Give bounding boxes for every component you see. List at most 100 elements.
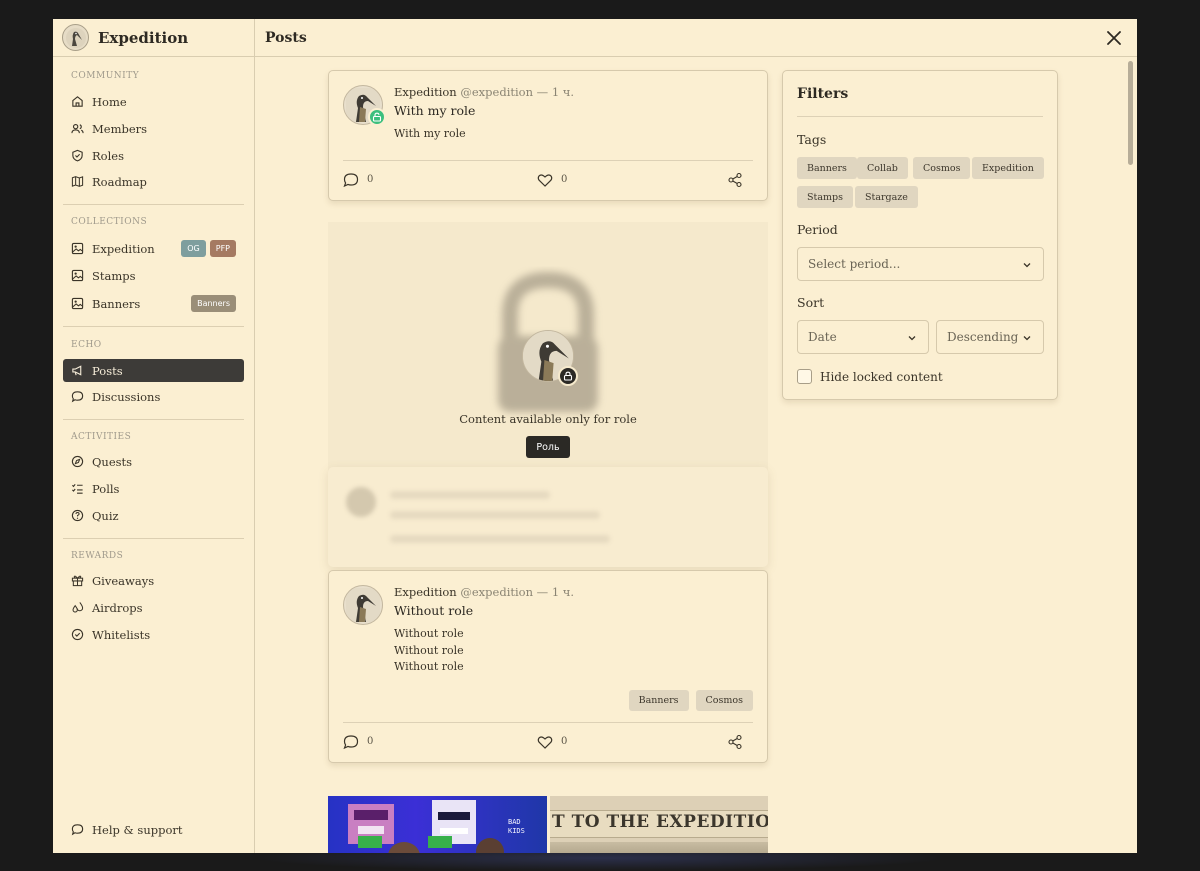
sort-field-select[interactable]: Date (797, 320, 929, 354)
sidebar-item-quiz[interactable]: Quiz (63, 504, 244, 527)
hide-locked-checkbox[interactable] (797, 369, 812, 384)
author-name[interactable]: Expedition (394, 85, 457, 99)
sidebar-item-polls[interactable]: Polls (63, 477, 244, 500)
og-badge: OG (181, 240, 206, 257)
media-image-banner[interactable]: T TO THE EXPEDITION (550, 796, 768, 853)
filter-tag-collab[interactable]: Collab (857, 157, 908, 179)
sidebar-item-label: Members (92, 121, 148, 136)
blurred-text (390, 491, 550, 499)
sort-field-value: Date (808, 330, 837, 344)
sidebar-item-quests[interactable]: Quests (63, 450, 244, 473)
close-button[interactable] (1103, 27, 1125, 49)
locked-badge (558, 366, 578, 386)
post-time: — 1 ч. (536, 585, 575, 599)
post-card[interactable]: Expedition @expedition — 1 ч. With my ro… (328, 70, 768, 201)
author-name[interactable]: Expedition (394, 585, 457, 599)
sidebar-item-label: Airdrops (92, 600, 143, 615)
help-support-link[interactable]: Help & support (63, 818, 244, 841)
comments-button[interactable]: 0 (343, 734, 373, 750)
sidebar-item-discussions[interactable]: Discussions (63, 385, 244, 408)
section-label-activities: ACTIVITIES (71, 432, 132, 442)
sidebar-item-label: Home (92, 94, 127, 109)
image-icon (71, 297, 84, 310)
filter-tag-banners[interactable]: Banners (797, 157, 857, 179)
hide-locked-label: Hide locked content (820, 369, 943, 384)
sidebar-item-roadmap[interactable]: Roadmap (63, 170, 244, 193)
sidebar-item-label: Discussions (92, 389, 161, 404)
divider (797, 116, 1043, 117)
post-footer: 0 0 (343, 160, 753, 198)
hide-locked-row[interactable]: Hide locked content (797, 369, 943, 384)
sidebar-item-banners[interactable]: Banners Banners (63, 292, 244, 315)
filter-tag-cosmos[interactable]: Cosmos (913, 157, 971, 179)
post-body-line: Without role (394, 627, 464, 640)
compass-icon (71, 455, 84, 468)
scroll-thumb[interactable] (1128, 61, 1133, 165)
collection-badges: Banners (191, 295, 236, 312)
post-card[interactable]: Expedition @expedition — 1 ч. Without ro… (328, 570, 768, 763)
sidebar-item-home[interactable]: Home (63, 90, 244, 113)
collection-badges: OG PFP (181, 240, 236, 257)
banner-text: T TO THE EXPEDITION (552, 812, 768, 832)
help-circle-icon (71, 509, 84, 522)
image-icon (71, 269, 84, 282)
filter-tag-expedition[interactable]: Expedition (972, 157, 1044, 179)
likes-count: 0 (561, 736, 568, 747)
sidebar-item-giveaways[interactable]: Giveaways (63, 569, 244, 592)
author-line: Expedition @expedition — 1 ч. (394, 85, 574, 99)
post-header: Expedition @expedition — 1 ч. Without ro… (343, 585, 574, 676)
checklist-icon (71, 483, 83, 494)
post-tag[interactable]: Banners (628, 690, 689, 711)
blurred-post (328, 467, 768, 567)
post-tag[interactable]: Cosmos (695, 690, 753, 711)
sidebar-item-airdrops[interactable]: Airdrops (63, 596, 244, 619)
sort-order-select[interactable]: Descending (936, 320, 1044, 354)
sidebar-item-label: Giveaways (92, 573, 155, 588)
sidebar-item-label: Roadmap (92, 174, 147, 189)
blurred-avatar (346, 487, 376, 517)
media-caption: BAD KIDS (508, 818, 525, 835)
post-meta: Expedition @expedition — 1 ч. With my ro… (394, 85, 574, 143)
share-icon (728, 172, 742, 187)
brand[interactable]: Expedition (53, 19, 255, 57)
tags-label: Tags (797, 132, 827, 147)
filter-tag-stargaze[interactable]: Stargaze (855, 186, 918, 208)
scrollbar[interactable] (1127, 57, 1133, 853)
sidebar-item-roles[interactable]: Roles (63, 144, 244, 167)
post-media[interactable]: BAD KIDS T TO THE EXPEDITION (328, 796, 768, 853)
period-select[interactable]: Select period... (797, 247, 1044, 281)
unlock-icon (372, 112, 382, 122)
post-time: — 1 ч. (536, 85, 575, 99)
comment-icon (343, 172, 359, 187)
sidebar-item-label: Whitelists (92, 627, 151, 642)
author-avatar[interactable] (343, 85, 386, 126)
comments-count: 0 (367, 174, 374, 185)
divider (63, 419, 244, 420)
author-handle: @expedition (460, 585, 534, 599)
sidebar-item-members[interactable]: Members (63, 117, 244, 140)
gift-icon (71, 575, 84, 587)
sidebar-item-whitelists[interactable]: Whitelists (63, 623, 244, 646)
share-button[interactable] (727, 734, 751, 750)
top-bar: Expedition Posts (53, 19, 1137, 57)
period-placeholder: Select period... (808, 257, 901, 271)
sidebar-item-stamps[interactable]: Stamps (63, 264, 244, 287)
droplets-icon (72, 602, 84, 613)
filter-tag-stamps[interactable]: Stamps (797, 186, 853, 208)
banner-landscape (550, 842, 768, 853)
users-icon (71, 123, 84, 134)
comments-button[interactable]: 0 (343, 172, 373, 188)
role-button[interactable]: Роль (526, 436, 570, 458)
post-header: Expedition @expedition — 1 ч. With my ro… (343, 85, 574, 143)
like-button[interactable]: 0 (537, 734, 567, 750)
author-avatar[interactable] (343, 585, 383, 625)
section-label-collections: COLLECTIONS (71, 217, 148, 227)
sidebar-item-label: Roles (92, 148, 124, 163)
post-meta: Expedition @expedition — 1 ч. Without ro… (394, 585, 574, 676)
media-image-bad-kids[interactable]: BAD KIDS (328, 796, 547, 853)
like-button[interactable]: 0 (537, 172, 567, 188)
share-button[interactable] (727, 172, 751, 188)
sidebar-item-expedition[interactable]: Expedition OG PFP (63, 237, 244, 260)
chevron-down-icon (1023, 263, 1031, 268)
sidebar-item-posts[interactable]: Posts (63, 359, 244, 382)
